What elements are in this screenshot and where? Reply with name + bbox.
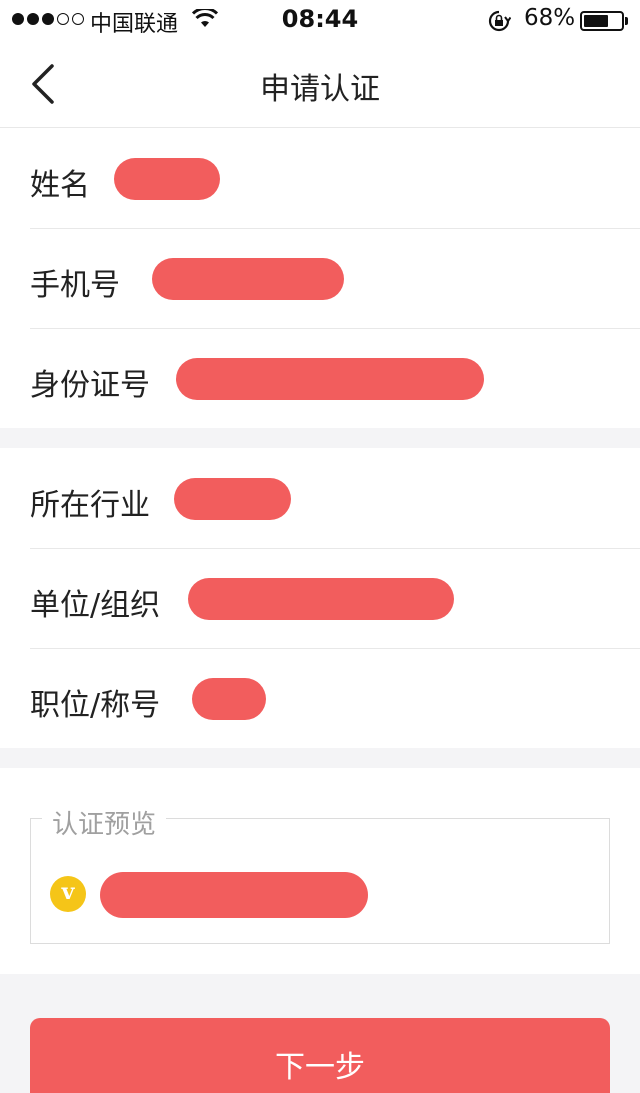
position-label: 职位/称号 (30, 688, 161, 723)
phone-value-redacted[interactable] (152, 258, 344, 300)
position-value-redacted[interactable] (192, 678, 266, 720)
name-row[interactable]: 姓名 (0, 128, 640, 228)
battery-icon (580, 11, 624, 31)
phone-row[interactable]: 手机号 (0, 228, 640, 328)
position-row[interactable]: 职位/称号 (0, 648, 640, 748)
nav-bar: 申请认证 (0, 40, 640, 128)
name-value-redacted[interactable] (114, 158, 220, 200)
preview-value-redacted (100, 872, 368, 918)
name-label: 姓名 (30, 168, 90, 203)
industry-label: 所在行业 (30, 488, 150, 523)
personal-info-group: 姓名 手机号 身份证号 (0, 128, 640, 428)
next-step-button[interactable]: 下一步 (30, 1018, 610, 1093)
id-number-row[interactable]: 身份证号 (0, 328, 640, 428)
next-step-label: 下一步 (275, 1050, 365, 1085)
organization-value-redacted[interactable] (188, 578, 454, 620)
rotation-lock-icon (488, 10, 511, 32)
phone-label: 手机号 (30, 268, 120, 303)
verified-v-icon: v (50, 876, 86, 912)
industry-value-redacted[interactable] (174, 478, 291, 520)
battery-percent: 68% (524, 5, 576, 31)
verified-v-letter: v (61, 879, 75, 905)
preview-legend: 认证预览 (42, 804, 167, 841)
battery-tip (625, 17, 628, 25)
status-bar: 中国联通 08:44 68% (0, 0, 640, 40)
page-title: 申请认证 (260, 72, 380, 107)
organization-row[interactable]: 单位/组织 (0, 548, 640, 648)
work-info-group: 所在行业 单位/组织 职位/称号 (0, 448, 640, 748)
id-number-label: 身份证号 (30, 368, 150, 403)
certification-preview-section: 认证预览 (0, 768, 640, 974)
organization-label: 单位/组织 (30, 588, 161, 623)
industry-row[interactable]: 所在行业 (0, 448, 640, 548)
id-number-value-redacted[interactable] (176, 358, 484, 400)
